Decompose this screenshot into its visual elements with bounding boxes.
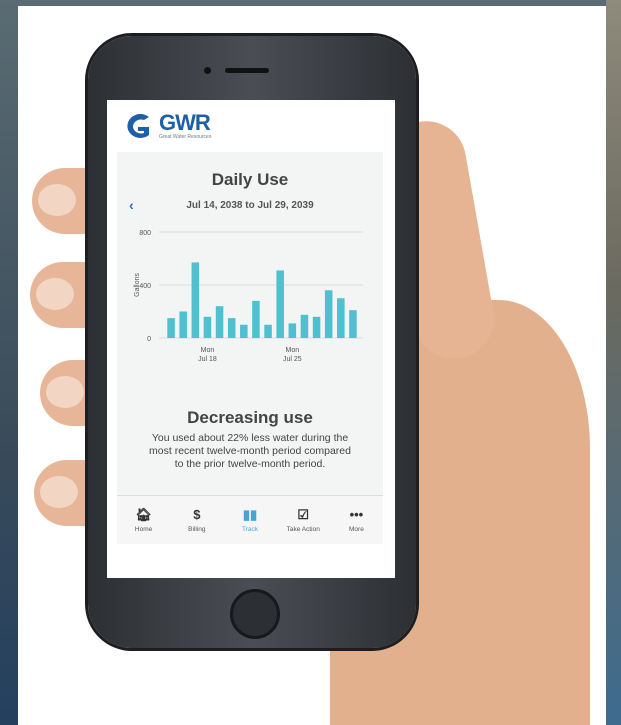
tab-billing[interactable]: $ Billing bbox=[170, 496, 223, 544]
chevron-left-icon[interactable]: ‹ bbox=[129, 197, 147, 213]
tab-take-action[interactable]: ☑ Take Action bbox=[277, 496, 330, 544]
front-camera bbox=[204, 67, 211, 74]
y-tick-label: 400 bbox=[139, 283, 151, 290]
photo-edge bbox=[606, 0, 621, 725]
home-button[interactable] bbox=[230, 589, 280, 639]
chart-bar bbox=[324, 290, 333, 338]
chart-bar bbox=[288, 323, 297, 338]
x-tick-label: Mon bbox=[286, 347, 300, 354]
chart-bar bbox=[227, 318, 236, 338]
home-icon: 🏠︎ bbox=[135, 507, 152, 522]
y-tick-label: 0 bbox=[147, 336, 151, 343]
usage-card: Daily Use ‹ Jul 14, 2038 to Jul 29, 2039… bbox=[117, 152, 383, 542]
chart-bar bbox=[203, 316, 212, 338]
bottom-tab-bar: 🏠︎ Home $ Billing ▮▮ Track ☑ Take Action ••• More bbox=[117, 495, 383, 544]
tab-more[interactable]: ••• More bbox=[330, 496, 383, 544]
more-icon: ••• bbox=[349, 507, 364, 522]
tab-label: Take Action bbox=[286, 526, 320, 533]
tab-label: Home bbox=[134, 526, 153, 533]
x-tick-label: Mon bbox=[201, 347, 215, 354]
summary-text: You used about 22% less water during the… bbox=[149, 432, 351, 470]
app-logo[interactable]: GWR Great Water Resources bbox=[119, 108, 211, 144]
chart-bar bbox=[300, 314, 309, 338]
earpiece-speaker bbox=[225, 68, 269, 73]
chart-bar bbox=[191, 262, 200, 338]
x-tick-label: Jul 18 bbox=[198, 356, 217, 363]
bar-chart-icon: ▮▮ bbox=[242, 507, 258, 522]
logo-subtitle: Great Water Resources bbox=[159, 134, 212, 140]
tab-label: More bbox=[349, 526, 364, 533]
dollar-icon: $ bbox=[193, 507, 201, 522]
y-tick-label: 800 bbox=[139, 230, 151, 237]
chart-bar bbox=[240, 324, 248, 338]
tab-track[interactable]: ▮▮ Track bbox=[223, 496, 276, 544]
gwr-logo-icon bbox=[127, 114, 149, 138]
tab-label: Billing bbox=[188, 526, 206, 533]
date-range: Jul 14, 2038 to Jul 29, 2039 bbox=[186, 199, 314, 211]
checklist-icon: ☑ bbox=[297, 507, 310, 522]
tab-home[interactable]: 🏠︎ Home bbox=[117, 496, 170, 544]
chart-bar bbox=[167, 318, 175, 338]
chart-bar bbox=[349, 310, 357, 338]
chart-bar bbox=[215, 306, 224, 338]
logo-wordmark: GWR bbox=[159, 110, 211, 135]
chart-bar bbox=[264, 324, 272, 338]
chart-bar bbox=[276, 270, 284, 338]
chart-bar bbox=[337, 298, 345, 338]
x-tick-label: Jul 25 bbox=[283, 356, 302, 363]
chart-bar bbox=[179, 311, 187, 338]
daily-use-chart: 800 400 0 Gallons Mon Jul 18 Mon Jul 25 bbox=[134, 230, 363, 363]
chart-bar bbox=[252, 300, 260, 338]
tab-label: Track bbox=[242, 526, 259, 533]
phone-screen: GWR Great Water Resources Daily Use ‹ Ju… bbox=[107, 100, 395, 578]
summary-title: Decreasing use bbox=[187, 408, 313, 427]
date-range-row: ‹ Jul 14, 2038 to Jul 29, 2039 bbox=[129, 197, 371, 213]
page-title: Daily Use bbox=[211, 170, 289, 189]
y-axis-label: Gallons bbox=[134, 273, 141, 297]
chart-bar bbox=[312, 316, 321, 338]
